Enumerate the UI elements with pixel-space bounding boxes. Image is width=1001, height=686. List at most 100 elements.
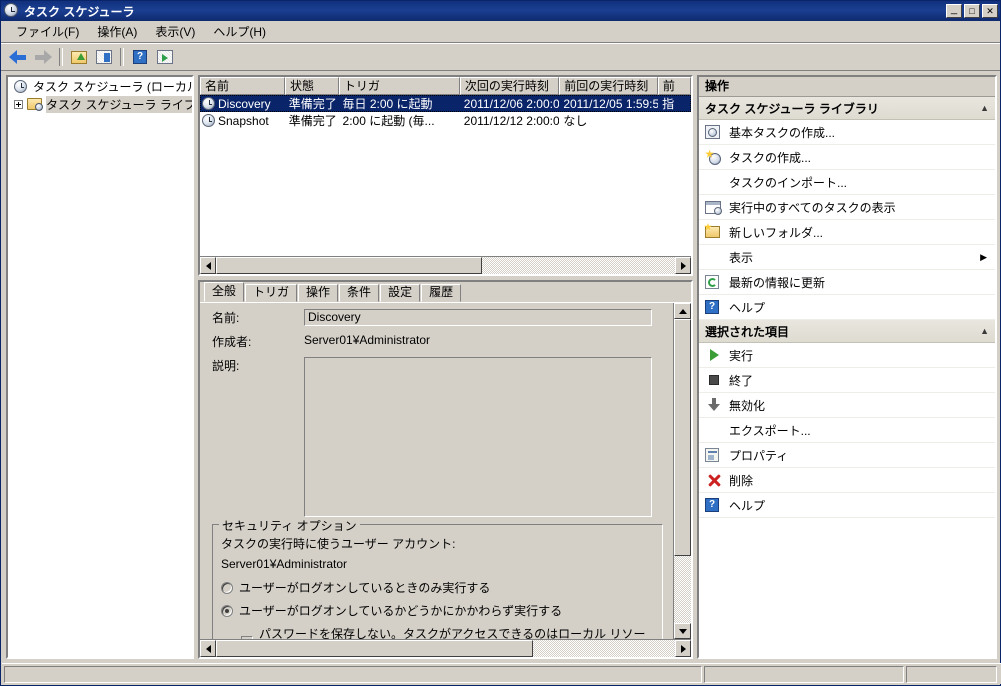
- action-label: 終了: [729, 372, 753, 389]
- menu-file[interactable]: ファイル(F): [7, 21, 88, 42]
- description-input[interactable]: [304, 357, 652, 517]
- toolbar: ?: [1, 43, 1000, 71]
- radio-run-only-when-logged-on[interactable]: ユーザーがログオンしているときのみ実行する: [221, 579, 654, 596]
- tab-triggers[interactable]: トリガ: [245, 284, 297, 302]
- window-title: タスク スケジューラ: [24, 3, 135, 20]
- main-area: タスク スケジューラ (ローカル) タスク スケジューラ ライブラリ 名前 状態…: [2, 71, 1001, 663]
- actions-section-selected-item[interactable]: 選択された項目 ▲: [699, 320, 995, 343]
- chevron-up-icon[interactable]: ▲: [980, 326, 989, 336]
- action-import-task[interactable]: タスクのインポート...: [699, 170, 995, 195]
- column-header-last-run[interactable]: 前回の実行時刻: [559, 77, 658, 95]
- action-run[interactable]: 実行: [699, 343, 995, 368]
- show-hide-tree-icon[interactable]: [92, 46, 116, 68]
- radio-icon[interactable]: [221, 582, 233, 594]
- scroll-up-button[interactable]: [674, 303, 691, 319]
- action-label: 最新の情報に更新: [729, 274, 825, 291]
- author-label: 作成者:: [212, 333, 304, 350]
- task-scheduler-window: タスク スケジューラ _ □ ✕ ファイル(F) 操作(A) 表示(V) ヘルプ…: [0, 0, 1001, 686]
- actions-section-library[interactable]: タスク スケジューラ ライブラリ ▲: [699, 97, 995, 120]
- tab-settings[interactable]: 設定: [380, 284, 420, 302]
- folder-up-icon[interactable]: [67, 46, 91, 68]
- task-list[interactable]: 名前 状態 トリガ 次回の実行時刻 前回の実行時刻 前 Discovery 準備…: [198, 75, 693, 276]
- scroll-track[interactable]: [216, 257, 675, 274]
- column-header-next-run[interactable]: 次回の実行時刻: [460, 77, 559, 95]
- column-header-last-result[interactable]: 前: [658, 77, 691, 95]
- back-icon[interactable]: [6, 46, 30, 68]
- action-create-task[interactable]: タスクの作成...: [699, 145, 995, 170]
- running-tasks-icon: [705, 198, 723, 216]
- checkbox-do-not-store-password[interactable]: パスワードを保存しない。タスクがアクセスできるのはローカル リソースのみ: [221, 625, 654, 639]
- new-folder-icon: [705, 223, 723, 241]
- menu-action[interactable]: 操作(A): [88, 21, 146, 42]
- action-disable[interactable]: 無効化: [699, 393, 995, 418]
- menu-bar: ファイル(F) 操作(A) 表示(V) ヘルプ(H): [1, 21, 1000, 42]
- properties-icon[interactable]: [153, 46, 177, 68]
- action-label: エクスポート...: [729, 422, 811, 439]
- menu-help[interactable]: ヘルプ(H): [204, 21, 275, 42]
- expand-icon[interactable]: [14, 100, 23, 109]
- action-create-basic-task[interactable]: 基本タスクの作成...: [699, 120, 995, 145]
- task-trigger: 毎日 2:00 に起動: [339, 95, 460, 112]
- table-row[interactable]: Snapshot 準備完了 2:00 に起動 (毎... 2011/12/12 …: [200, 112, 691, 129]
- general-form: 名前: Discovery 作成者: Server01¥Administrato…: [200, 303, 673, 639]
- scroll-thumb[interactable]: [674, 319, 691, 556]
- action-label: タスクのインポート...: [729, 174, 847, 191]
- chevron-up-icon[interactable]: ▲: [980, 103, 989, 113]
- action-label: プロパティ: [729, 447, 788, 464]
- menu-view[interactable]: 表示(V): [146, 21, 204, 42]
- tab-history[interactable]: 履歴: [421, 284, 461, 302]
- column-header-name[interactable]: 名前: [200, 77, 285, 95]
- task-list-hscrollbar[interactable]: [200, 256, 691, 274]
- radio-icon-selected[interactable]: [221, 605, 233, 617]
- radio-run-whether-logged-on-or-not[interactable]: ユーザーがログオンしているかどうかにかかわらず実行する: [221, 602, 654, 619]
- name-input[interactable]: Discovery: [304, 309, 652, 326]
- checkbox-icon[interactable]: [241, 636, 253, 639]
- tab-panel-general: 名前: Discovery 作成者: Server01¥Administrato…: [200, 302, 691, 639]
- detail-hscrollbar[interactable]: [200, 639, 691, 657]
- tree-item-task-scheduler-library[interactable]: タスク スケジューラ ライブラリ: [8, 95, 192, 113]
- action-label: 基本タスクの作成...: [729, 124, 835, 141]
- action-display-all-running-tasks[interactable]: 実行中のすべてのタスクの表示: [699, 195, 995, 220]
- scroll-track[interactable]: [674, 319, 691, 623]
- action-end[interactable]: 終了: [699, 368, 995, 393]
- action-properties[interactable]: プロパティ: [699, 443, 995, 468]
- stop-icon: [705, 371, 723, 389]
- scroll-left-button[interactable]: [200, 640, 216, 657]
- clock-icon: [4, 3, 20, 19]
- action-delete[interactable]: 削除: [699, 468, 995, 493]
- close-button[interactable]: ✕: [982, 4, 998, 18]
- scroll-right-button[interactable]: [675, 257, 691, 274]
- help-icon: ?: [705, 496, 723, 514]
- scroll-thumb[interactable]: [216, 257, 482, 274]
- console-tree[interactable]: タスク スケジューラ (ローカル) タスク スケジューラ ライブラリ: [6, 75, 194, 659]
- forward-icon[interactable]: [31, 46, 55, 68]
- maximize-button[interactable]: □: [964, 4, 980, 18]
- name-label: 名前:: [212, 309, 304, 326]
- action-help-selected[interactable]: ? ヘルプ: [699, 493, 995, 518]
- security-options-group: セキュリティ オプション タスクの実行時に使うユーザー アカウント: Serve…: [212, 524, 663, 639]
- action-refresh[interactable]: 最新の情報に更新: [699, 270, 995, 295]
- action-help-library[interactable]: ? ヘルプ: [699, 295, 995, 320]
- action-view[interactable]: 表示 ▶: [699, 245, 995, 270]
- create-task-icon: [705, 148, 723, 166]
- action-new-folder[interactable]: 新しいフォルダ...: [699, 220, 995, 245]
- tab-actions[interactable]: 操作: [298, 284, 338, 302]
- column-header-status[interactable]: 状態: [285, 77, 339, 95]
- tab-conditions[interactable]: 条件: [339, 284, 379, 302]
- scroll-thumb[interactable]: [216, 640, 533, 657]
- help-icon[interactable]: ?: [128, 46, 152, 68]
- clock-icon: [202, 97, 215, 110]
- column-header-trigger[interactable]: トリガ: [339, 77, 460, 95]
- toolbar-separator-2: [120, 48, 124, 66]
- detail-vscrollbar[interactable]: [673, 303, 691, 639]
- scroll-track[interactable]: [216, 640, 675, 657]
- action-label: 実行中のすべてのタスクの表示: [729, 199, 896, 216]
- scroll-right-button[interactable]: [675, 640, 691, 657]
- tab-general[interactable]: 全般: [204, 282, 244, 302]
- table-row[interactable]: Discovery 準備完了 毎日 2:00 に起動 2011/12/06 2:…: [200, 95, 691, 112]
- scroll-down-button[interactable]: [674, 623, 691, 639]
- scroll-left-button[interactable]: [200, 257, 216, 274]
- tree-item-task-scheduler-local[interactable]: タスク スケジューラ (ローカル): [8, 77, 192, 95]
- action-export[interactable]: エクスポート...: [699, 418, 995, 443]
- minimize-button[interactable]: _: [946, 4, 962, 18]
